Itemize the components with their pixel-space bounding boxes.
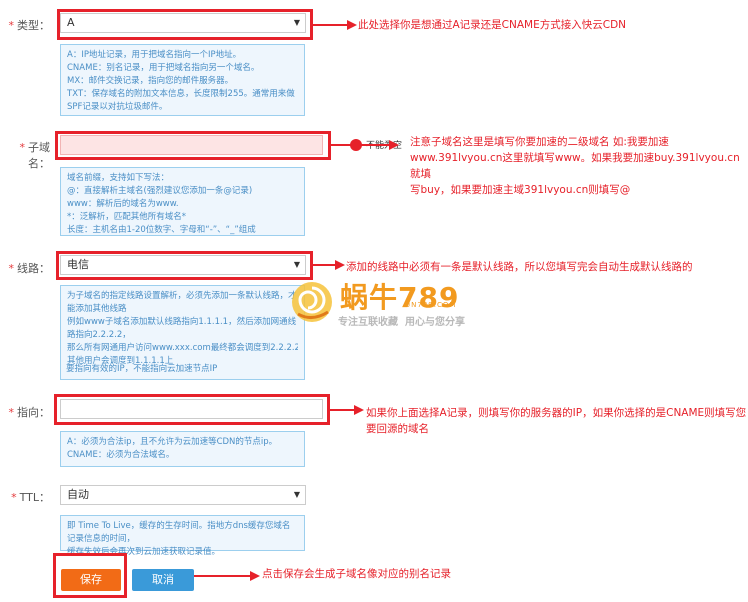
watermark-slogan: 专注互联收藏 用心与您分享 bbox=[338, 317, 465, 328]
hint-line: @：直接解析主域名(强烈建议您添加一条@记录) bbox=[67, 186, 253, 196]
hint-line: www：解析后的域名为www. bbox=[67, 199, 179, 209]
subdomain-annotation: 注意子域名这里是填写你要加速的二级域名 如:我要加速 www.391lvyou.… bbox=[410, 134, 745, 198]
save-highlight-box bbox=[53, 553, 127, 598]
note-line: 要回源的域名 bbox=[366, 423, 429, 435]
line-highlight-box bbox=[56, 251, 313, 280]
subdomain-highlight-box bbox=[55, 131, 331, 160]
triangle-down-icon: ▼ bbox=[293, 490, 300, 499]
hint-line: A：IP地址记录，用于把域名指向一个IP地址。 bbox=[67, 50, 242, 60]
hint-line: 例如www子域名添加默认线路指向1.1.1.1，然后添加网通线路指向2.2.2.… bbox=[67, 317, 297, 340]
ttl-select-value: 自动 bbox=[67, 488, 89, 501]
hint-line: 域名前缀，支持如下写法： bbox=[67, 173, 170, 183]
hint-line: 即 Time To Live，缓存的生存时间。指地方dns缓存您域名记录信息的时… bbox=[67, 521, 291, 544]
target-label: * 指向： bbox=[8, 406, 51, 419]
note-line: www.391lvyou.cn这里就填写www。如果我要加速buy.391lvy… bbox=[410, 152, 740, 180]
hint-line: A：必须为合法ip，且不允许为云加速等CDN的节点ip。 bbox=[67, 437, 278, 447]
hint-line: *：泛解析，匹配其他所有域名* bbox=[67, 212, 187, 222]
type-highlight-box bbox=[57, 9, 313, 40]
type-annotation: 此处选择你是想通过A记录还是CNAME方式接入快云CDN bbox=[358, 19, 627, 31]
cancel-button[interactable]: 取消 bbox=[132, 569, 194, 591]
ttl-label: * TTL： bbox=[11, 491, 50, 504]
type-hint-box: A：IP地址记录，用于把域名指向一个IP地址。 CNAME：别名记录，用于把域名… bbox=[60, 44, 305, 116]
target-highlight-box bbox=[54, 394, 330, 425]
note-line: 写buy，如果要加速主域391lvyou.cn则填写@ bbox=[410, 184, 631, 196]
target-hint-box: A：必须为合法ip，且不允许为云加速等CDN的节点ip。 CNAME：必须为合法… bbox=[60, 431, 305, 467]
line-label: * 线路： bbox=[8, 262, 51, 275]
hint-line: CNAME：别名记录，用于把域名指向另一个域名。 bbox=[67, 63, 260, 73]
hint-line: 为子域名的指定线路设置解析，必须先添加一条默认线路，才能添加其他线路 bbox=[67, 291, 297, 314]
watermark-brand: 蜗牛789 bbox=[340, 281, 460, 314]
type-label: * 类型： bbox=[8, 19, 51, 32]
hint-line: MX：邮件交换记录，指向您的邮件服务器。 bbox=[67, 76, 234, 86]
hint-line: 长度：主机名由1-20位数字、字母和“-”、“_”组成 bbox=[67, 225, 256, 235]
hint-line: 那么所有网通用户访问www.xxx.com最终都会调度到2.2.2.2上， bbox=[67, 343, 298, 353]
snail-logo-icon bbox=[288, 278, 336, 326]
ttl-select[interactable]: 自动 ▼ bbox=[60, 485, 306, 505]
hint-line: CNAME：必须为合法域名。 bbox=[67, 450, 175, 460]
note-line: 注意子域名这里是填写你要加速的二级域名 如:我要加速 bbox=[410, 136, 669, 148]
target-annotation: 如果你上面选择A记录，则填写你的服务器的IP，如果你选择的是CNAME则填写您 … bbox=[366, 405, 747, 437]
ttl-hint-box: 即 Time To Live，缓存的生存时间。指地方dns缓存您域名记录信息的时… bbox=[60, 515, 305, 557]
hint-line: TXT：保存域名的附加文本信息，长度限制255。通常用来做SPF记录以对抗垃圾邮… bbox=[67, 89, 295, 112]
line-hint-last: 要指向有效的IP，不能指向云加速节点IP bbox=[66, 364, 218, 374]
note-line: 如果你上面选择A记录，则填写你的服务器的IP，如果你选择的是CNAME则填写您 bbox=[366, 407, 747, 419]
subdomain-label: * 子域名： bbox=[19, 141, 51, 170]
save-annotation: 点击保存会生成子域名像对应的别名记录 bbox=[262, 568, 451, 580]
watermark-domain: UN789.COM bbox=[405, 301, 457, 309]
line-annotation: 添加的线路中必须有一条是默认线路，所以您填写完会自动生成默认线路的 bbox=[346, 261, 693, 273]
subdomain-hint-box: 域名前缀，支持如下写法： @：直接解析主域名(强烈建议您添加一条@记录) www… bbox=[60, 167, 305, 236]
